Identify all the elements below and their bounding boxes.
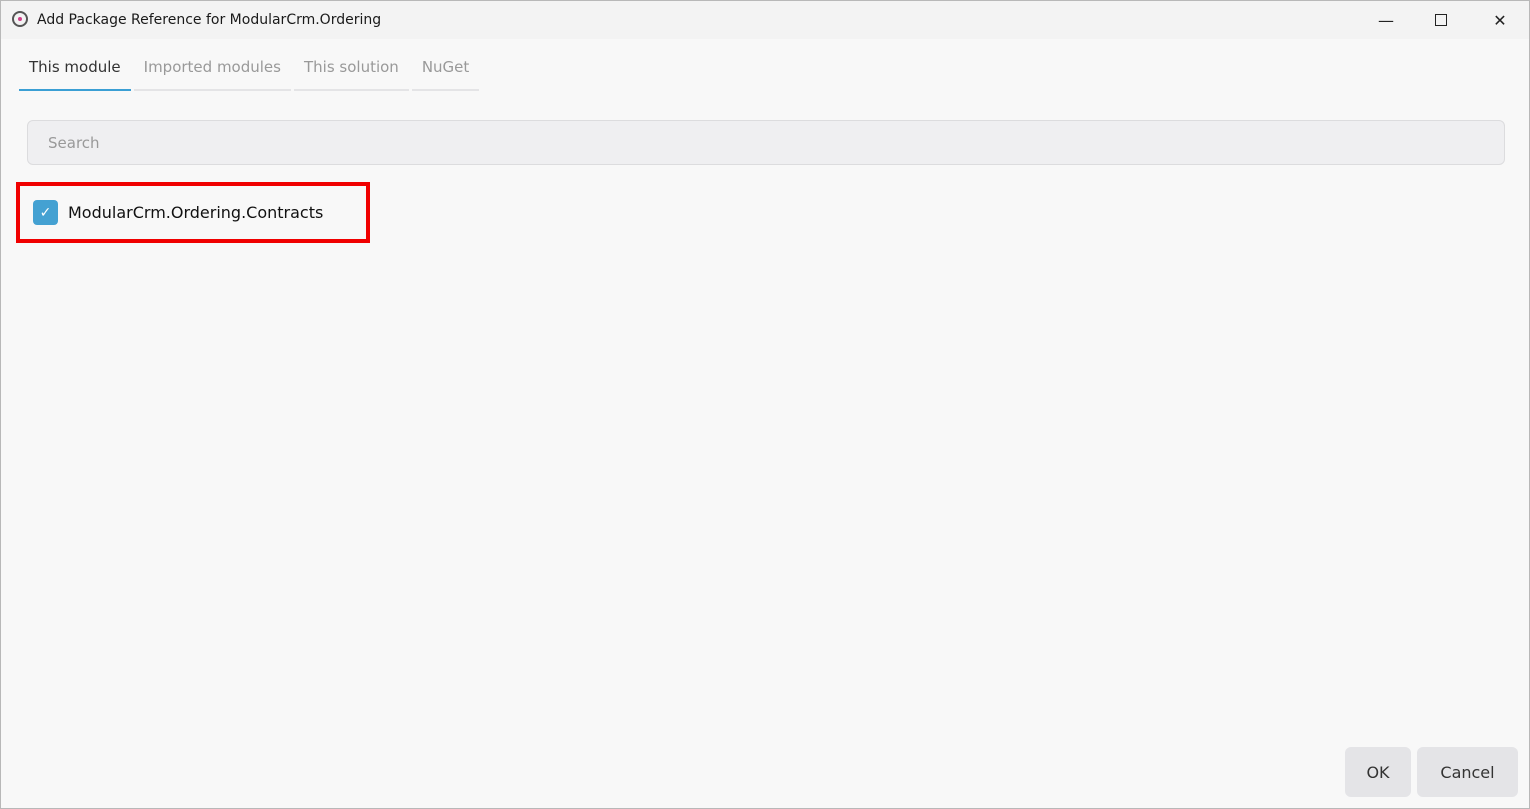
minimize-icon: — [1378, 10, 1394, 30]
tab-bar: This module Imported modules This soluti… [19, 51, 480, 91]
minimize-button[interactable]: — [1357, 1, 1415, 39]
close-icon: ✕ [1493, 10, 1507, 30]
app-logo-icon [12, 11, 28, 27]
tab-this-module[interactable]: This module [19, 51, 131, 91]
item-label: ModularCrm.Ordering.Contracts [68, 203, 324, 222]
cancel-button[interactable]: Cancel [1417, 747, 1518, 797]
search-input[interactable] [27, 120, 1505, 165]
tab-imported-modules[interactable]: Imported modules [133, 51, 291, 91]
close-button[interactable]: ✕ [1471, 1, 1529, 39]
maximize-icon [1435, 14, 1447, 26]
tab-this-solution[interactable]: This solution [293, 51, 409, 91]
list-item[interactable]: ✓ ModularCrm.Ordering.Contracts [33, 200, 323, 225]
title-bar: Add Package Reference for ModularCrm.Ord… [1, 1, 1529, 39]
checkmark-icon: ✓ [39, 204, 52, 221]
ok-button[interactable]: OK [1345, 747, 1411, 797]
tab-nuget[interactable]: NuGet [411, 51, 480, 91]
window-title: Add Package Reference for ModularCrm.Ord… [37, 12, 382, 28]
checkbox[interactable]: ✓ [33, 200, 58, 225]
maximize-button[interactable] [1412, 1, 1470, 39]
